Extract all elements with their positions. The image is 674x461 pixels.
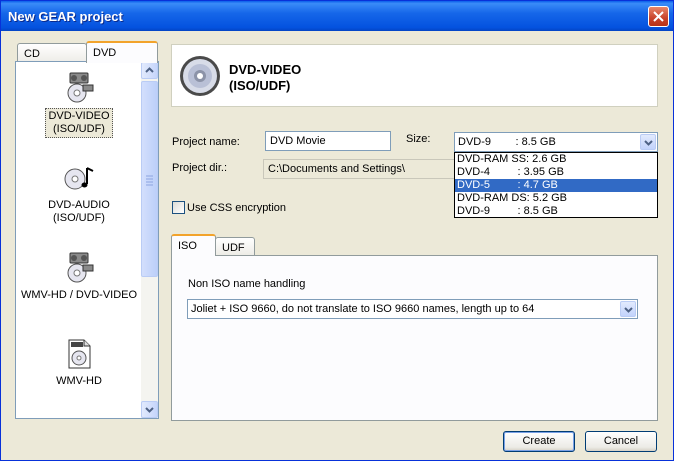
close-icon [653,11,664,22]
scroll-thumb[interactable] [141,81,158,277]
dvd-video-label: DVD-VIDEO (ISO/UDF) [45,108,113,138]
chevron-down-icon [624,307,633,313]
chevron-down-icon [644,140,653,146]
chevron-up-icon [145,67,154,73]
wmv-hd-label: WMV-HD [56,375,102,387]
new-gear-project-dialog: New GEAR project CD DVD DVD-VIDEO (ISO/U… [0,0,674,461]
size-dropdown-list[interactable]: DVD-RAM SS: 2.6 GB DVD-4 : 3.95 GB DVD-5… [454,152,658,218]
list-item-dvd-audio[interactable]: DVD-AUDIO (ISO/UDF) [18,162,140,226]
tab-udf-label: UDF [222,242,245,254]
name-handling-label: Non ISO name handling [188,278,306,290]
size-option[interactable]: DVD-9 : 8.5 GB [455,205,657,218]
css-encryption-checkbox[interactable] [172,201,185,214]
project-dir-label: Project dir.: [172,162,228,174]
scroll-down-button[interactable] [141,401,158,418]
create-button[interactable]: Create [503,431,575,452]
cancel-button[interactable]: Cancel [585,431,657,452]
list-item-wmv-hd[interactable]: WMV-HD [18,338,140,389]
wmv-hd-icon [68,339,91,369]
tab-dvd-label: DVD [93,47,117,59]
wmv-hd-dvd-video-icon [67,252,94,283]
list-item-dvd-video[interactable]: DVD-VIDEO (ISO/UDF) [18,72,140,138]
dvd-audio-icon [64,167,94,190]
chevron-down-icon [145,407,154,413]
dvd-audio-label: DVD-AUDIO (ISO/UDF) [48,199,110,224]
dvd-video-icon [67,72,94,103]
disc-icon [180,56,220,96]
tab-iso-label: ISO [178,240,197,252]
project-type-panel: CD DVD DVD-VIDEO (ISO/UDF) DVD-AUDIO (IS… [15,41,159,421]
header-title: DVD-VIDEO (ISO/UDF) [229,62,302,93]
size-option[interactable]: DVD-4 : 3.95 GB [455,166,657,179]
project-type-list: DVD-VIDEO (ISO/UDF) DVD-AUDIO (ISO/UDF) [15,61,159,419]
project-dir-input[interactable]: C:\Documents and Settings\ [263,159,459,179]
title-bar[interactable]: New GEAR project [1,1,673,31]
size-option-highlighted[interactable]: DVD-5 : 4.7 GB [455,179,657,192]
size-dropdown-button[interactable] [640,134,656,150]
name-handling-select[interactable]: Joliet + ISO 9660, do not translate to I… [187,299,638,319]
iso-settings-pane: Non ISO name handling Joliet + ISO 9660,… [171,255,658,421]
size-select[interactable]: DVD-9 : 8.5 GB [454,132,658,152]
project-name-label: Project name: [172,136,240,148]
scroll-up-button[interactable] [141,62,158,79]
window-title: New GEAR project [8,9,123,24]
list-scrollbar[interactable] [141,62,158,418]
size-option[interactable]: DVD-RAM SS: 2.6 GB [455,153,657,166]
name-handling-dropdown-button[interactable] [620,301,636,317]
tab-udf[interactable]: UDF [215,237,255,256]
project-name-input[interactable]: DVD Movie [265,131,391,151]
list-item-wmv-hd-dvd-video[interactable]: WMV-HD / DVD-VIDEO [18,252,140,303]
close-button[interactable] [648,6,669,27]
tab-dvd[interactable]: DVD [86,41,158,63]
project-type-header: DVD-VIDEO (ISO/UDF) [171,44,658,107]
size-label: Size: [406,133,431,145]
tab-cd-label: CD [24,48,40,60]
size-select-value: DVD-9 : 8.5 GB [458,136,556,148]
css-encryption-label[interactable]: Use CSS encryption [187,202,286,214]
wmv-hd-dvd-video-label: WMV-HD / DVD-VIDEO [20,289,138,301]
size-option[interactable]: DVD-RAM DS: 5.2 GB [455,192,657,205]
tab-iso[interactable]: ISO [171,234,216,256]
name-handling-value: Joliet + ISO 9660, do not translate to I… [191,303,535,315]
grip-icon [146,175,153,186]
